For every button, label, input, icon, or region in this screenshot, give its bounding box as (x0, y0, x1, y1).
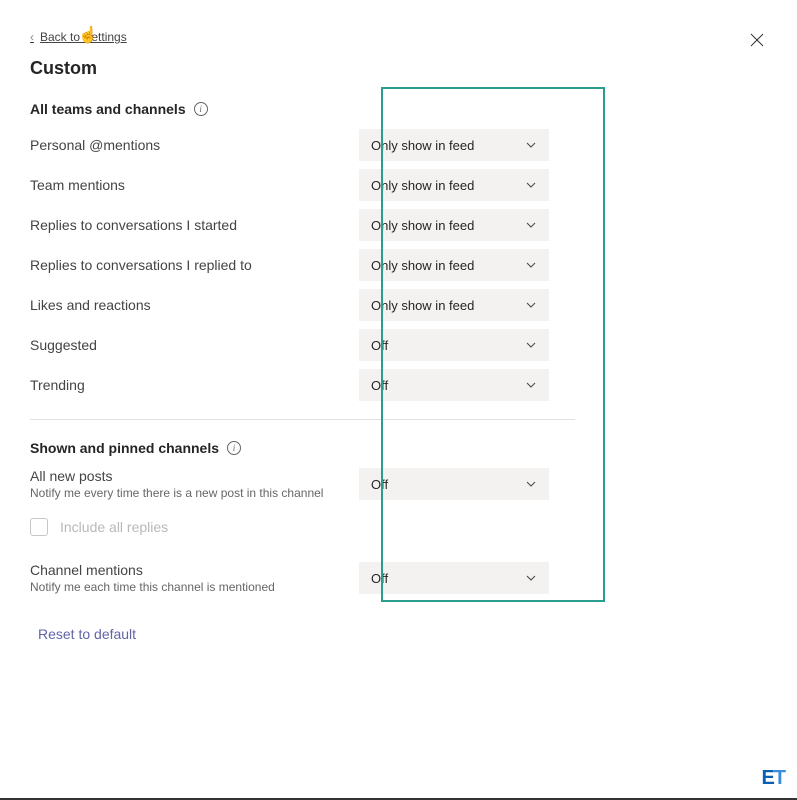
section-all-teams-title: All teams and channels (30, 101, 186, 117)
setting-row-personal-mentions: Personal @mentions Only show in feed (30, 125, 767, 165)
section-all-teams-header: All teams and channels i (30, 101, 767, 117)
setting-label: Personal @mentions (30, 137, 339, 153)
dropdown-personal-mentions[interactable]: Only show in feed (359, 129, 549, 161)
chevron-down-icon (525, 259, 537, 271)
setting-row-channel-mentions: Channel mentions Notify me each time thi… (30, 558, 767, 598)
checkbox-include-replies[interactable] (30, 518, 48, 536)
dropdown-all-new-posts[interactable]: Off (359, 468, 549, 500)
chevron-down-icon (525, 139, 537, 151)
dropdown-value: Off (371, 571, 388, 586)
watermark-t: T (774, 767, 785, 789)
dropdown-team-mentions[interactable]: Only show in feed (359, 169, 549, 201)
setting-label: Replies to conversations I started (30, 217, 339, 233)
section-shown-pinned-title: Shown and pinned channels (30, 440, 219, 456)
dropdown-suggested[interactable]: Off (359, 329, 549, 361)
setting-row-likes: Likes and reactions Only show in feed (30, 285, 767, 325)
back-to-settings-link[interactable]: ‹ Back to Settings (30, 30, 127, 44)
setting-row-team-mentions: Team mentions Only show in feed (30, 165, 767, 205)
setting-sublabel: Notify me each time this channel is ment… (30, 580, 339, 594)
checkbox-row-include-replies: Include all replies (30, 518, 767, 536)
dropdown-value: Off (371, 378, 388, 393)
dropdown-value: Only show in feed (371, 298, 474, 313)
setting-row-trending: Trending Off (30, 365, 767, 405)
chevron-left-icon: ‹ (30, 30, 34, 44)
dropdown-likes[interactable]: Only show in feed (359, 289, 549, 321)
setting-row-replies-started: Replies to conversations I started Only … (30, 205, 767, 245)
dropdown-value: Off (371, 338, 388, 353)
info-icon[interactable]: i (227, 441, 241, 455)
setting-label: Channel mentions (30, 562, 339, 578)
dropdown-value: Off (371, 477, 388, 492)
checkbox-label: Include all replies (60, 519, 168, 535)
close-icon (750, 33, 764, 47)
reset-to-default-link[interactable]: Reset to default (38, 626, 136, 642)
setting-sublabel: Notify me every time there is a new post… (30, 486, 339, 500)
dropdown-value: Only show in feed (371, 138, 474, 153)
dropdown-replies-replied[interactable]: Only show in feed (359, 249, 549, 281)
dropdown-value: Only show in feed (371, 178, 474, 193)
watermark-e: E (761, 767, 773, 789)
chevron-down-icon (525, 299, 537, 311)
info-icon[interactable]: i (194, 102, 208, 116)
setting-label: Replies to conversations I replied to (30, 257, 339, 273)
setting-row-suggested: Suggested Off (30, 325, 767, 365)
dropdown-replies-started[interactable]: Only show in feed (359, 209, 549, 241)
chevron-down-icon (525, 339, 537, 351)
setting-label: Suggested (30, 337, 339, 353)
setting-row-all-new-posts: All new posts Notify me every time there… (30, 464, 767, 504)
dropdown-channel-mentions[interactable]: Off (359, 562, 549, 594)
chevron-down-icon (525, 219, 537, 231)
chevron-down-icon (525, 179, 537, 191)
chevron-down-icon (525, 478, 537, 490)
divider (30, 419, 575, 420)
dropdown-trending[interactable]: Off (359, 369, 549, 401)
section-shown-pinned-header: Shown and pinned channels i (30, 440, 767, 456)
setting-row-replies-replied: Replies to conversations I replied to On… (30, 245, 767, 285)
setting-label: Trending (30, 377, 339, 393)
page-title: Custom (30, 58, 767, 79)
chevron-down-icon (525, 572, 537, 584)
watermark: ET (761, 767, 785, 790)
setting-label: Team mentions (30, 177, 339, 193)
dropdown-value: Only show in feed (371, 218, 474, 233)
back-link-label: Back to Settings (40, 30, 127, 44)
setting-label: Likes and reactions (30, 297, 339, 313)
setting-label: All new posts (30, 468, 339, 484)
close-button[interactable] (747, 30, 767, 50)
chevron-down-icon (525, 379, 537, 391)
dropdown-value: Only show in feed (371, 258, 474, 273)
